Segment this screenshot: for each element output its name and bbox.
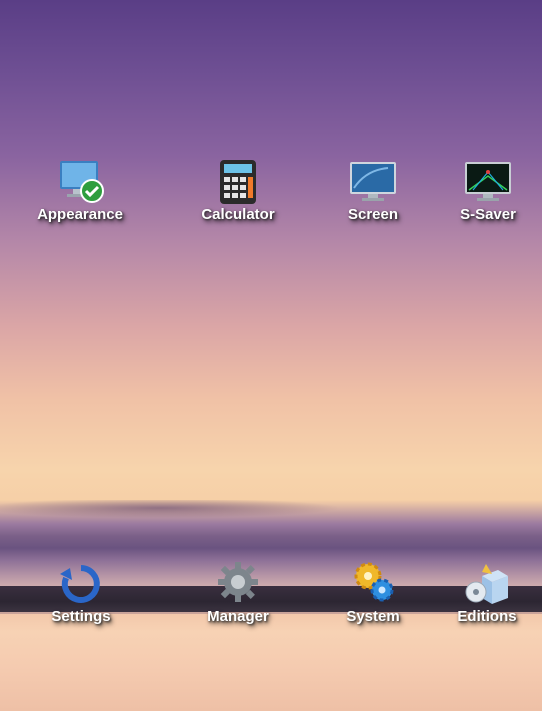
icon-label: Screen [347, 206, 399, 223]
icon-label: Manager [207, 608, 269, 625]
icon-label: Calculator [201, 206, 275, 223]
icon-label: Settings [51, 608, 111, 625]
desktop-icon-calculator[interactable]: Calculator [183, 158, 293, 238]
settings-icon [60, 565, 100, 603]
desktop-icon-system[interactable]: System [318, 560, 428, 640]
system-gears-icon [354, 562, 394, 602]
desktop-icon-s-saver[interactable]: S-Saver [433, 158, 542, 238]
screen-icon [350, 162, 396, 201]
desktop-icon-manager[interactable]: Manager [183, 560, 293, 640]
icon-label: System [346, 608, 400, 625]
desktop-icon-screen[interactable]: Screen [318, 158, 428, 238]
desktop-icon-settings[interactable]: Settings [26, 560, 136, 640]
editions-box-icon [465, 564, 508, 604]
desktop-icon-appearance[interactable]: Appearance [25, 158, 135, 238]
icon-label: Editions [457, 608, 517, 625]
calculator-icon [220, 160, 256, 204]
desktop-icon-editions[interactable]: Editions [432, 560, 542, 640]
icon-label: S-Saver [460, 206, 516, 223]
appearance-icon [60, 161, 104, 203]
gear-icon [218, 562, 258, 602]
screensaver-icon [465, 162, 511, 201]
icon-label: Appearance [37, 206, 123, 223]
